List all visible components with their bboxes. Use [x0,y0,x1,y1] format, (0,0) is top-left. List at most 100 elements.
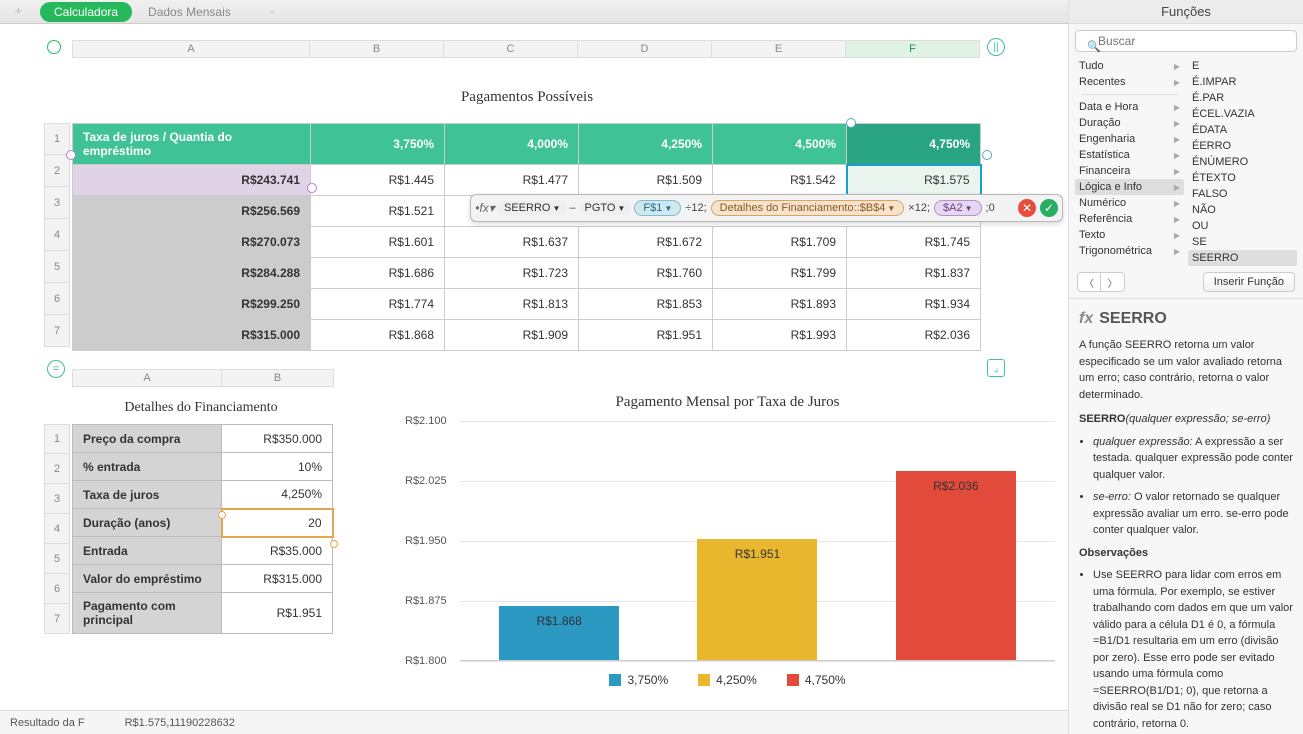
category-item[interactable]: Estatística▶ [1075,147,1184,163]
row-header[interactable]: 1 [44,424,70,454]
formula-ref[interactable]: $A2▼ [934,200,982,216]
cell[interactable]: 4,750% [847,124,981,165]
category-item[interactable]: Recentes▶ [1075,74,1184,90]
function-item[interactable]: SE [1188,234,1297,250]
cell[interactable]: R$270.073 [73,227,311,258]
row-header[interactable]: 2 [44,155,70,187]
function-item[interactable]: ÉCEL.VAZIA [1188,106,1297,122]
formula-func[interactable]: SEERRO▼ [499,201,565,215]
nav-next-button[interactable]: 〉 [1101,272,1125,292]
category-item[interactable]: Lógica e Info▶ [1075,179,1184,195]
cell[interactable]: Taxa de juros / Quantia do empréstimo [73,124,311,165]
cell[interactable]: R$1.477 [445,165,579,196]
category-item[interactable]: Duração▶ [1075,115,1184,131]
row-header[interactable]: 6 [44,574,70,604]
cell[interactable]: 4,250% [222,481,333,509]
col-header[interactable]: A [72,369,222,387]
cell[interactable]: 3,750% [311,124,445,165]
cell[interactable]: 20 [222,509,333,537]
cell[interactable]: R$315.000 [73,320,311,351]
cell[interactable]: R$1.709 [713,227,847,258]
row-header[interactable]: 2 [44,454,70,484]
function-item[interactable]: ÉDATA [1188,122,1297,138]
function-item[interactable]: OU [1188,218,1297,234]
function-item[interactable]: FALSO [1188,186,1297,202]
cell[interactable]: 4,500% [713,124,847,165]
tabs-chevron-icon[interactable]: ⌄ [268,5,276,16]
cell[interactable]: R$1.723 [445,258,579,289]
cell[interactable]: Pagamento com principal [73,593,222,634]
cell[interactable]: R$299.250 [73,289,311,320]
function-item[interactable]: SEERRO [1188,250,1297,266]
row-header[interactable]: 3 [44,484,70,514]
col-pause-icon[interactable]: || [987,38,1005,56]
cell[interactable]: R$1.951 [222,593,333,634]
selection-handle[interactable] [846,118,856,128]
row-header[interactable]: 6 [44,283,70,315]
selection-handle[interactable] [330,540,338,548]
fx-icon[interactable]: • fx ▾ [475,198,495,218]
cell[interactable]: R$1.909 [445,320,579,351]
cell[interactable]: R$315.000 [222,565,333,593]
category-item[interactable]: Numérico▶ [1075,195,1184,211]
function-item[interactable]: E [1188,58,1297,74]
cell[interactable]: R$1.868 [311,320,445,351]
selection-handle[interactable] [218,511,226,519]
cell[interactable]: R$1.745 [847,227,981,258]
tab-dados-mensais[interactable]: Dados Mensais [134,2,245,22]
cell[interactable]: Duração (anos) [73,509,222,537]
row-header[interactable]: 7 [44,315,70,347]
search-input[interactable] [1075,30,1297,52]
cancel-formula-button[interactable]: ✕ [1018,199,1036,217]
selection-handle[interactable] [307,183,317,193]
cell[interactable]: R$35.000 [222,537,333,565]
cell[interactable]: R$1.509 [579,165,713,196]
equals-badge-icon[interactable]: = [47,360,65,378]
category-item[interactable]: Referência▶ [1075,211,1184,227]
cell[interactable]: R$1.799 [713,258,847,289]
col-header[interactable]: E [712,40,846,58]
formula-func[interactable]: PGTO▼ [580,201,631,215]
formula-ref[interactable]: Detalhes do Financiamento::$B$4▼ [711,200,905,216]
col-header[interactable]: F [846,40,980,58]
cell[interactable]: R$1.774 [311,289,445,320]
cell[interactable]: 4,000% [445,124,579,165]
cell[interactable]: R$1.813 [445,289,579,320]
cell[interactable]: R$1.934 [847,289,981,320]
col-header[interactable]: B [310,40,444,58]
cell[interactable]: R$1.686 [311,258,445,289]
cell[interactable]: R$243.741 [73,165,311,196]
function-item[interactable]: É.IMPAR [1188,74,1297,90]
selection-handle[interactable] [66,150,76,160]
cell[interactable]: R$1.542 [713,165,847,196]
function-item[interactable]: ÉNÚMERO [1188,154,1297,170]
cell[interactable]: R$256.569 [73,196,311,227]
category-item[interactable]: Data e Hora▶ [1075,99,1184,115]
row-header[interactable]: 1 [44,123,70,155]
cell[interactable]: R$1.993 [713,320,847,351]
cell[interactable]: R$1.893 [713,289,847,320]
function-item[interactable]: ÉTEXTO [1188,170,1297,186]
function-item[interactable]: É.PAR [1188,90,1297,106]
category-item[interactable]: Texto▶ [1075,227,1184,243]
row-header[interactable]: 5 [44,544,70,574]
nav-prev-button[interactable]: 〈 [1077,272,1101,292]
table-anchor-icon[interactable] [47,40,61,54]
accept-formula-button[interactable]: ✓ [1040,199,1058,217]
category-item[interactable]: Tudo▶ [1075,58,1184,74]
col-header[interactable]: D [578,40,712,58]
cell[interactable]: R$1.951 [579,320,713,351]
col-header[interactable]: A [72,40,310,58]
cell[interactable]: R$284.288 [73,258,311,289]
cell[interactable]: Preço da compra [73,425,222,453]
cell[interactable]: 10% [222,453,333,481]
cell[interactable]: R$1.601 [311,227,445,258]
function-item[interactable]: ÉERRO [1188,138,1297,154]
row-header[interactable]: 4 [44,219,70,251]
table-corner-icon[interactable]: ⌟ [987,359,1005,377]
row-header[interactable]: 5 [44,251,70,283]
selection-handle[interactable] [982,150,992,160]
cell[interactable]: R$2.036 [847,320,981,351]
col-header[interactable]: C [444,40,578,58]
function-item[interactable]: NÃO [1188,202,1297,218]
